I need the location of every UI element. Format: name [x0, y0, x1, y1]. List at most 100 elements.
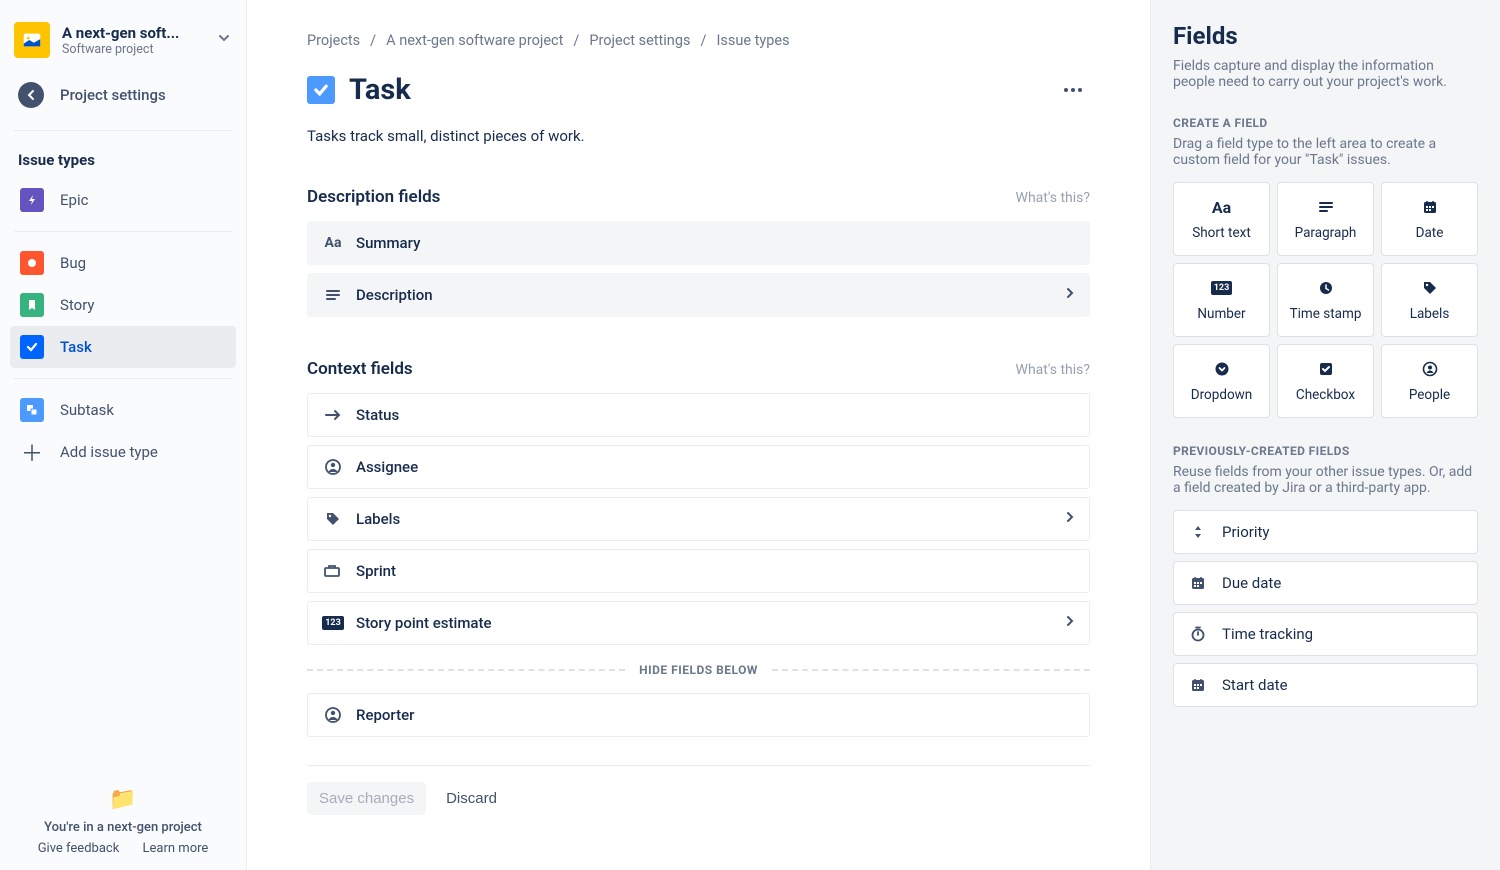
field-row[interactable]: Labels — [307, 497, 1090, 541]
field-label: Priority — [1222, 523, 1269, 541]
discard-button[interactable]: Discard — [434, 782, 509, 815]
whats-this-link[interactable]: What's this? — [1016, 190, 1090, 206]
field-row[interactable]: Aa Summary — [307, 221, 1090, 265]
hide-fields-label: HIDE FIELDS BELOW — [625, 663, 772, 677]
give-feedback-link[interactable]: Give feedback — [38, 841, 120, 856]
field-label: Status — [356, 406, 399, 424]
field-row[interactable]: Description — [307, 273, 1090, 317]
sidebar-item-subtask[interactable]: Subtask — [10, 389, 236, 431]
sidebar-item-epic[interactable]: Epic — [10, 179, 236, 221]
field-icon: Aa — [322, 235, 344, 251]
fields-panel-description: Fields capture and display the informati… — [1173, 58, 1478, 90]
sidebar-item-bug[interactable]: Bug — [10, 242, 236, 284]
sidebar-item-label: Subtask — [60, 401, 114, 419]
field-label: Summary — [356, 234, 420, 252]
sidebar-item-label: Epic — [60, 191, 88, 209]
issue-type-description: Tasks track small, distinct pieces of wo… — [307, 127, 1090, 145]
field-icon — [1188, 626, 1208, 642]
add-issue-type[interactable]: ＋ Add issue type — [10, 431, 236, 473]
field-type-label: Number — [1197, 306, 1245, 322]
sidebar-item-label: Bug — [60, 254, 86, 272]
create-field-heading: CREATE A FIELD — [1173, 116, 1478, 130]
project-switcher[interactable]: A next-gen soft... Software project — [10, 22, 236, 74]
task-icon — [307, 76, 335, 104]
back-label: Project settings — [60, 86, 166, 104]
field-icon — [1188, 524, 1208, 540]
chevron-right-icon — [1065, 286, 1075, 304]
field-type-card[interactable]: Checkbox — [1277, 344, 1374, 418]
subtask-icon — [20, 398, 44, 422]
field-type-card[interactable]: Labels — [1381, 263, 1478, 337]
field-type-label: People — [1409, 387, 1450, 403]
epic-icon — [20, 188, 44, 212]
field-type-card[interactable]: Paragraph — [1277, 182, 1374, 256]
task-icon — [20, 335, 44, 359]
learn-more-link[interactable]: Learn more — [143, 841, 209, 856]
fields-panel-title: Fields — [1173, 22, 1478, 50]
field-type-icon — [1214, 359, 1230, 379]
previous-fields-hint: Reuse fields from your other issue types… — [1173, 464, 1478, 496]
previous-field-row[interactable]: Due date — [1173, 561, 1478, 605]
previous-field-row[interactable]: Time tracking — [1173, 612, 1478, 656]
previous-fields-heading: PREVIOUSLY-CREATED FIELDS — [1173, 444, 1478, 458]
sidebar-item-story[interactable]: Story — [10, 284, 236, 326]
field-type-card[interactable]: People — [1381, 344, 1478, 418]
breadcrumb-current: Issue types — [716, 32, 789, 49]
save-button[interactable]: Save changes — [307, 782, 426, 815]
footer-note: You're in a next-gen project — [10, 820, 236, 835]
field-type-label: Time stamp — [1290, 306, 1362, 322]
field-type-label: Dropdown — [1191, 387, 1253, 403]
breadcrumb-link[interactable]: A next-gen software project — [386, 32, 563, 49]
description-fields-heading: Description fields — [307, 187, 440, 207]
field-icon — [322, 511, 344, 527]
field-label: Due date — [1222, 574, 1281, 592]
sidebar: A next-gen soft... Software project Proj… — [0, 0, 247, 870]
previous-field-row[interactable]: Start date — [1173, 663, 1478, 707]
field-type-icon — [1422, 197, 1438, 217]
field-type-icon — [1422, 359, 1438, 379]
more-actions-button[interactable] — [1056, 80, 1090, 100]
field-label: Start date — [1222, 676, 1288, 694]
page-title: Task — [349, 73, 411, 107]
previous-field-row[interactable]: Priority — [1173, 510, 1478, 554]
field-row[interactable]: Status — [307, 393, 1090, 437]
breadcrumbs: Projects/ A next-gen software project/ P… — [307, 32, 1090, 49]
field-label: Sprint — [356, 562, 396, 580]
field-type-card[interactable]: Time stamp — [1277, 263, 1374, 337]
field-label: Story point estimate — [356, 614, 492, 632]
field-row[interactable]: Sprint — [307, 549, 1090, 593]
field-row[interactable]: Assignee — [307, 445, 1090, 489]
sidebar-item-task[interactable]: Task — [10, 326, 236, 368]
field-type-card[interactable]: Dropdown — [1173, 344, 1270, 418]
chevron-down-icon — [216, 30, 232, 50]
field-row[interactable]: Reporter — [307, 693, 1090, 737]
field-row[interactable]: 123Story point estimate — [307, 601, 1090, 645]
field-type-icon — [1422, 278, 1438, 298]
field-icon — [322, 288, 344, 302]
chevron-right-icon — [1065, 614, 1075, 632]
field-icon — [322, 459, 344, 475]
breadcrumb-link[interactable]: Projects — [307, 32, 360, 49]
field-type-card[interactable]: Date — [1381, 182, 1478, 256]
field-type-label: Date — [1416, 225, 1444, 241]
add-issue-type-label: Add issue type — [60, 443, 158, 461]
project-avatar — [14, 22, 50, 58]
field-label: Description — [356, 286, 433, 304]
bug-icon — [20, 251, 44, 275]
field-icon — [322, 408, 344, 422]
field-type-card[interactable]: AaShort text — [1173, 182, 1270, 256]
plus-icon: ＋ — [20, 440, 44, 464]
folder-icon: 📁 — [10, 787, 236, 812]
field-label: Reporter — [356, 706, 414, 724]
context-fields-heading: Context fields — [307, 359, 413, 379]
field-type-icon — [1318, 197, 1334, 217]
breadcrumb-link[interactable]: Project settings — [589, 32, 690, 49]
whats-this-link[interactable]: What's this? — [1016, 362, 1090, 378]
field-label: Assignee — [356, 458, 418, 476]
project-type: Software project — [62, 42, 204, 57]
field-type-icon — [1318, 359, 1334, 379]
field-type-label: Short text — [1192, 225, 1251, 241]
back-to-project-settings[interactable]: Project settings — [10, 74, 236, 126]
field-type-card[interactable]: 123Number — [1173, 263, 1270, 337]
main-content: Projects/ A next-gen software project/ P… — [247, 0, 1150, 870]
